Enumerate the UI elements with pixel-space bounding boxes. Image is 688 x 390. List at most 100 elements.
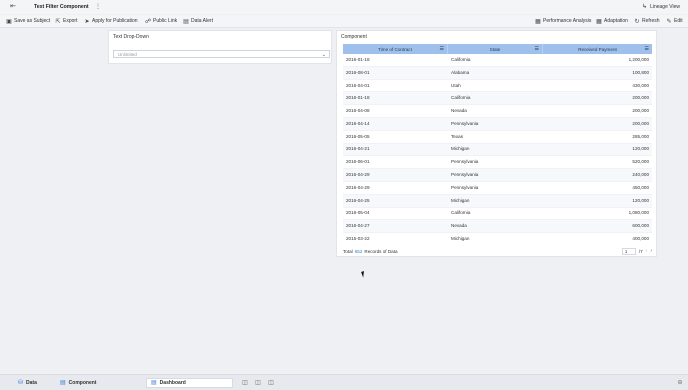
table-cell: 200,000 [632, 120, 649, 126]
table-row[interactable]: 2016-01-18 California 200,000 [343, 92, 652, 106]
table-row[interactable]: 2016-04-25 Michigan 120,000 [343, 194, 652, 208]
text-dropdown-select[interactable]: Unlimited ⌄ [113, 50, 330, 58]
table-cell: Michigan [451, 236, 470, 242]
table-cell: 240,000 [632, 172, 649, 178]
bottom-bar: ⛁ Data ▤ Component ▤ Dashboard ◫ ◫ ◫ ⊖ [0, 374, 688, 390]
table-cell: 200,000 [632, 95, 649, 101]
table-cell: Michigan [451, 197, 470, 203]
table-cell: 2016-04-21 [346, 146, 370, 152]
tab-dashboard[interactable]: ▤ Dashboard [146, 378, 233, 388]
table-body[interactable]: 2016-01-18 California 1,200,000 2016-08-01 A… [343, 54, 652, 242]
table-cell: California [451, 210, 471, 216]
back-arrow-icon[interactable]: ⇤ [9, 3, 17, 11]
sort-filter-icon[interactable]: ☰ [645, 46, 649, 52]
public-link-button[interactable]: ☍ Public Link [145, 17, 177, 26]
table-cell: Michigan [451, 146, 470, 152]
table-row[interactable]: 2015-03-22 Michigan 400,000 [343, 233, 652, 242]
tab-data[interactable]: ⛁ Data [14, 378, 41, 388]
table-cell: 600,000 [632, 223, 649, 229]
sort-filter-icon[interactable]: ☰ [440, 46, 444, 52]
lineage-view-button[interactable]: ↳ Lineage View [642, 3, 680, 11]
next-page-icon[interactable]: › [650, 248, 652, 255]
table-cell: Pennsylvania [451, 120, 479, 126]
table-cell: 2015-03-22 [346, 236, 370, 242]
table-cell: Pennsylvania [451, 159, 479, 165]
database-icon: ⛁ [18, 380, 24, 386]
table-row[interactable]: 2016-01-18 California 1,200,000 [343, 54, 652, 67]
lineage-icon: ↳ [642, 4, 648, 10]
save-as-subject-label: Save as Subject [14, 18, 51, 24]
table-header: Time of Contract ☰ State ☰ Received Paym… [343, 44, 652, 54]
toolbar: ▣ Save as Subject ⇱ Export ➤ Apply for P… [0, 15, 688, 28]
column-header-label: Received Payment [578, 46, 617, 52]
tab-data-label: Data [26, 380, 37, 386]
table-cell: 2016-01-18 [346, 95, 370, 101]
dashboard-icon: ▤ [151, 380, 157, 386]
column-header-label: State [489, 46, 501, 52]
page-number-input[interactable]: 1 [621, 247, 636, 255]
table-footer: Total 652 Records of Data 1 /7 ‹ › [343, 247, 652, 255]
table-cell: Nevada [451, 108, 467, 114]
table-cell: 2016-04-29 [346, 172, 370, 178]
table-cell: 450,000 [632, 184, 649, 190]
collapse-icon[interactable]: ⊖ [676, 379, 684, 387]
data-alert-button[interactable]: ▤ Data Alert [183, 17, 213, 26]
save-icon: ▣ [6, 18, 12, 25]
more-options-icon[interactable]: ⋮ [95, 3, 101, 11]
column-header-received-payment[interactable]: Received Payment ☰ [543, 44, 652, 54]
table-cell: 2016-04-27 [346, 223, 370, 229]
performance-analysis-button[interactable]: ▦ Performance Analysis [535, 17, 591, 26]
table-row[interactable]: 2016-05-04 California 1,080,000 [343, 208, 652, 221]
table-row[interactable]: 2016-06-01 Pennsylvania 520,000 [343, 156, 652, 170]
export-label: Export [63, 18, 78, 24]
column-header-time-of-contract[interactable]: Time of Contract ☰ [343, 44, 448, 54]
link-icon: ☍ [145, 18, 152, 25]
table-cell: 200,000 [632, 108, 649, 114]
sort-filter-icon[interactable]: ☰ [535, 46, 539, 52]
table-cell: 2016-06-01 [346, 159, 370, 165]
tab-component[interactable]: ▤ Component [56, 378, 100, 388]
add-report-icon[interactable]: ◫ [254, 379, 262, 387]
table-cell: Pennsylvania [451, 172, 479, 178]
add-page-icon[interactable]: ◫ [267, 379, 275, 387]
column-header-label: Time of Contract [378, 46, 412, 52]
table-cell: 2016-05-04 [346, 210, 370, 216]
table-row[interactable]: 2016-04-21 Michigan 120,000 [343, 143, 652, 157]
export-button[interactable]: ⇱ Export [55, 17, 77, 26]
table-row[interactable]: 2016-08-01 Alabama 100,800 [343, 66, 652, 80]
refresh-button[interactable]: ↻ Refresh [634, 17, 660, 26]
save-as-subject-button[interactable]: ▣ Save as Subject [6, 17, 50, 26]
add-dashboard-icon[interactable]: ◫ [241, 379, 249, 387]
table-row[interactable]: 2016-05-05 Texas 285,000 [343, 131, 652, 144]
table-panel-title: Component [341, 34, 367, 40]
table-cell: Pennsylvania [451, 184, 479, 190]
tab-dashboard-label: Dashboard [159, 380, 186, 386]
performance-icon: ▦ [535, 18, 541, 25]
table-row[interactable]: 2016-04-08 Nevada 200,000 [343, 105, 652, 118]
table-cell: 285,000 [632, 133, 649, 139]
table-cell: Alabama [451, 69, 470, 75]
page-title: Text Filter Component [34, 4, 89, 10]
adaptation-button[interactable]: ▦ Adaptation [596, 17, 628, 26]
performance-analysis-label: Performance Analysis [543, 18, 592, 24]
table-cell: California [451, 56, 471, 62]
table-cell: 2016-04-29 [346, 184, 370, 190]
component-table-panel: Component Time of Contract ☰ State ☰ Rec… [336, 30, 657, 257]
table-cell: Utah [451, 82, 461, 88]
table-cell: 2016-05-05 [346, 133, 370, 139]
prev-page-icon[interactable]: ‹ [646, 248, 648, 255]
refresh-label: Refresh [642, 18, 660, 24]
edit-button[interactable]: ✎ Edit [666, 17, 683, 26]
table-row[interactable]: 2016-04-14 Pennsylvania 200,000 [343, 117, 652, 131]
table-row[interactable]: 2016-04-29 Pennsylvania 450,000 [343, 182, 652, 195]
table-cell: 1,200,000 [628, 56, 649, 62]
apply-for-publication-button[interactable]: ➤ Apply for Publication [84, 17, 137, 26]
table-cell: 1,080,000 [628, 210, 649, 216]
table-row[interactable]: 2016-04-01 Utah 430,000 [343, 80, 652, 93]
total-label: Total [343, 248, 353, 254]
column-header-state[interactable]: State ☰ [448, 44, 543, 54]
edit-label: Edit [674, 18, 683, 24]
table-row[interactable]: 2016-04-29 Pennsylvania 240,000 [343, 169, 652, 182]
table-row[interactable]: 2016-04-27 Nevada 600,000 [343, 220, 652, 234]
table-cell: 2016-08-01 [346, 69, 370, 75]
